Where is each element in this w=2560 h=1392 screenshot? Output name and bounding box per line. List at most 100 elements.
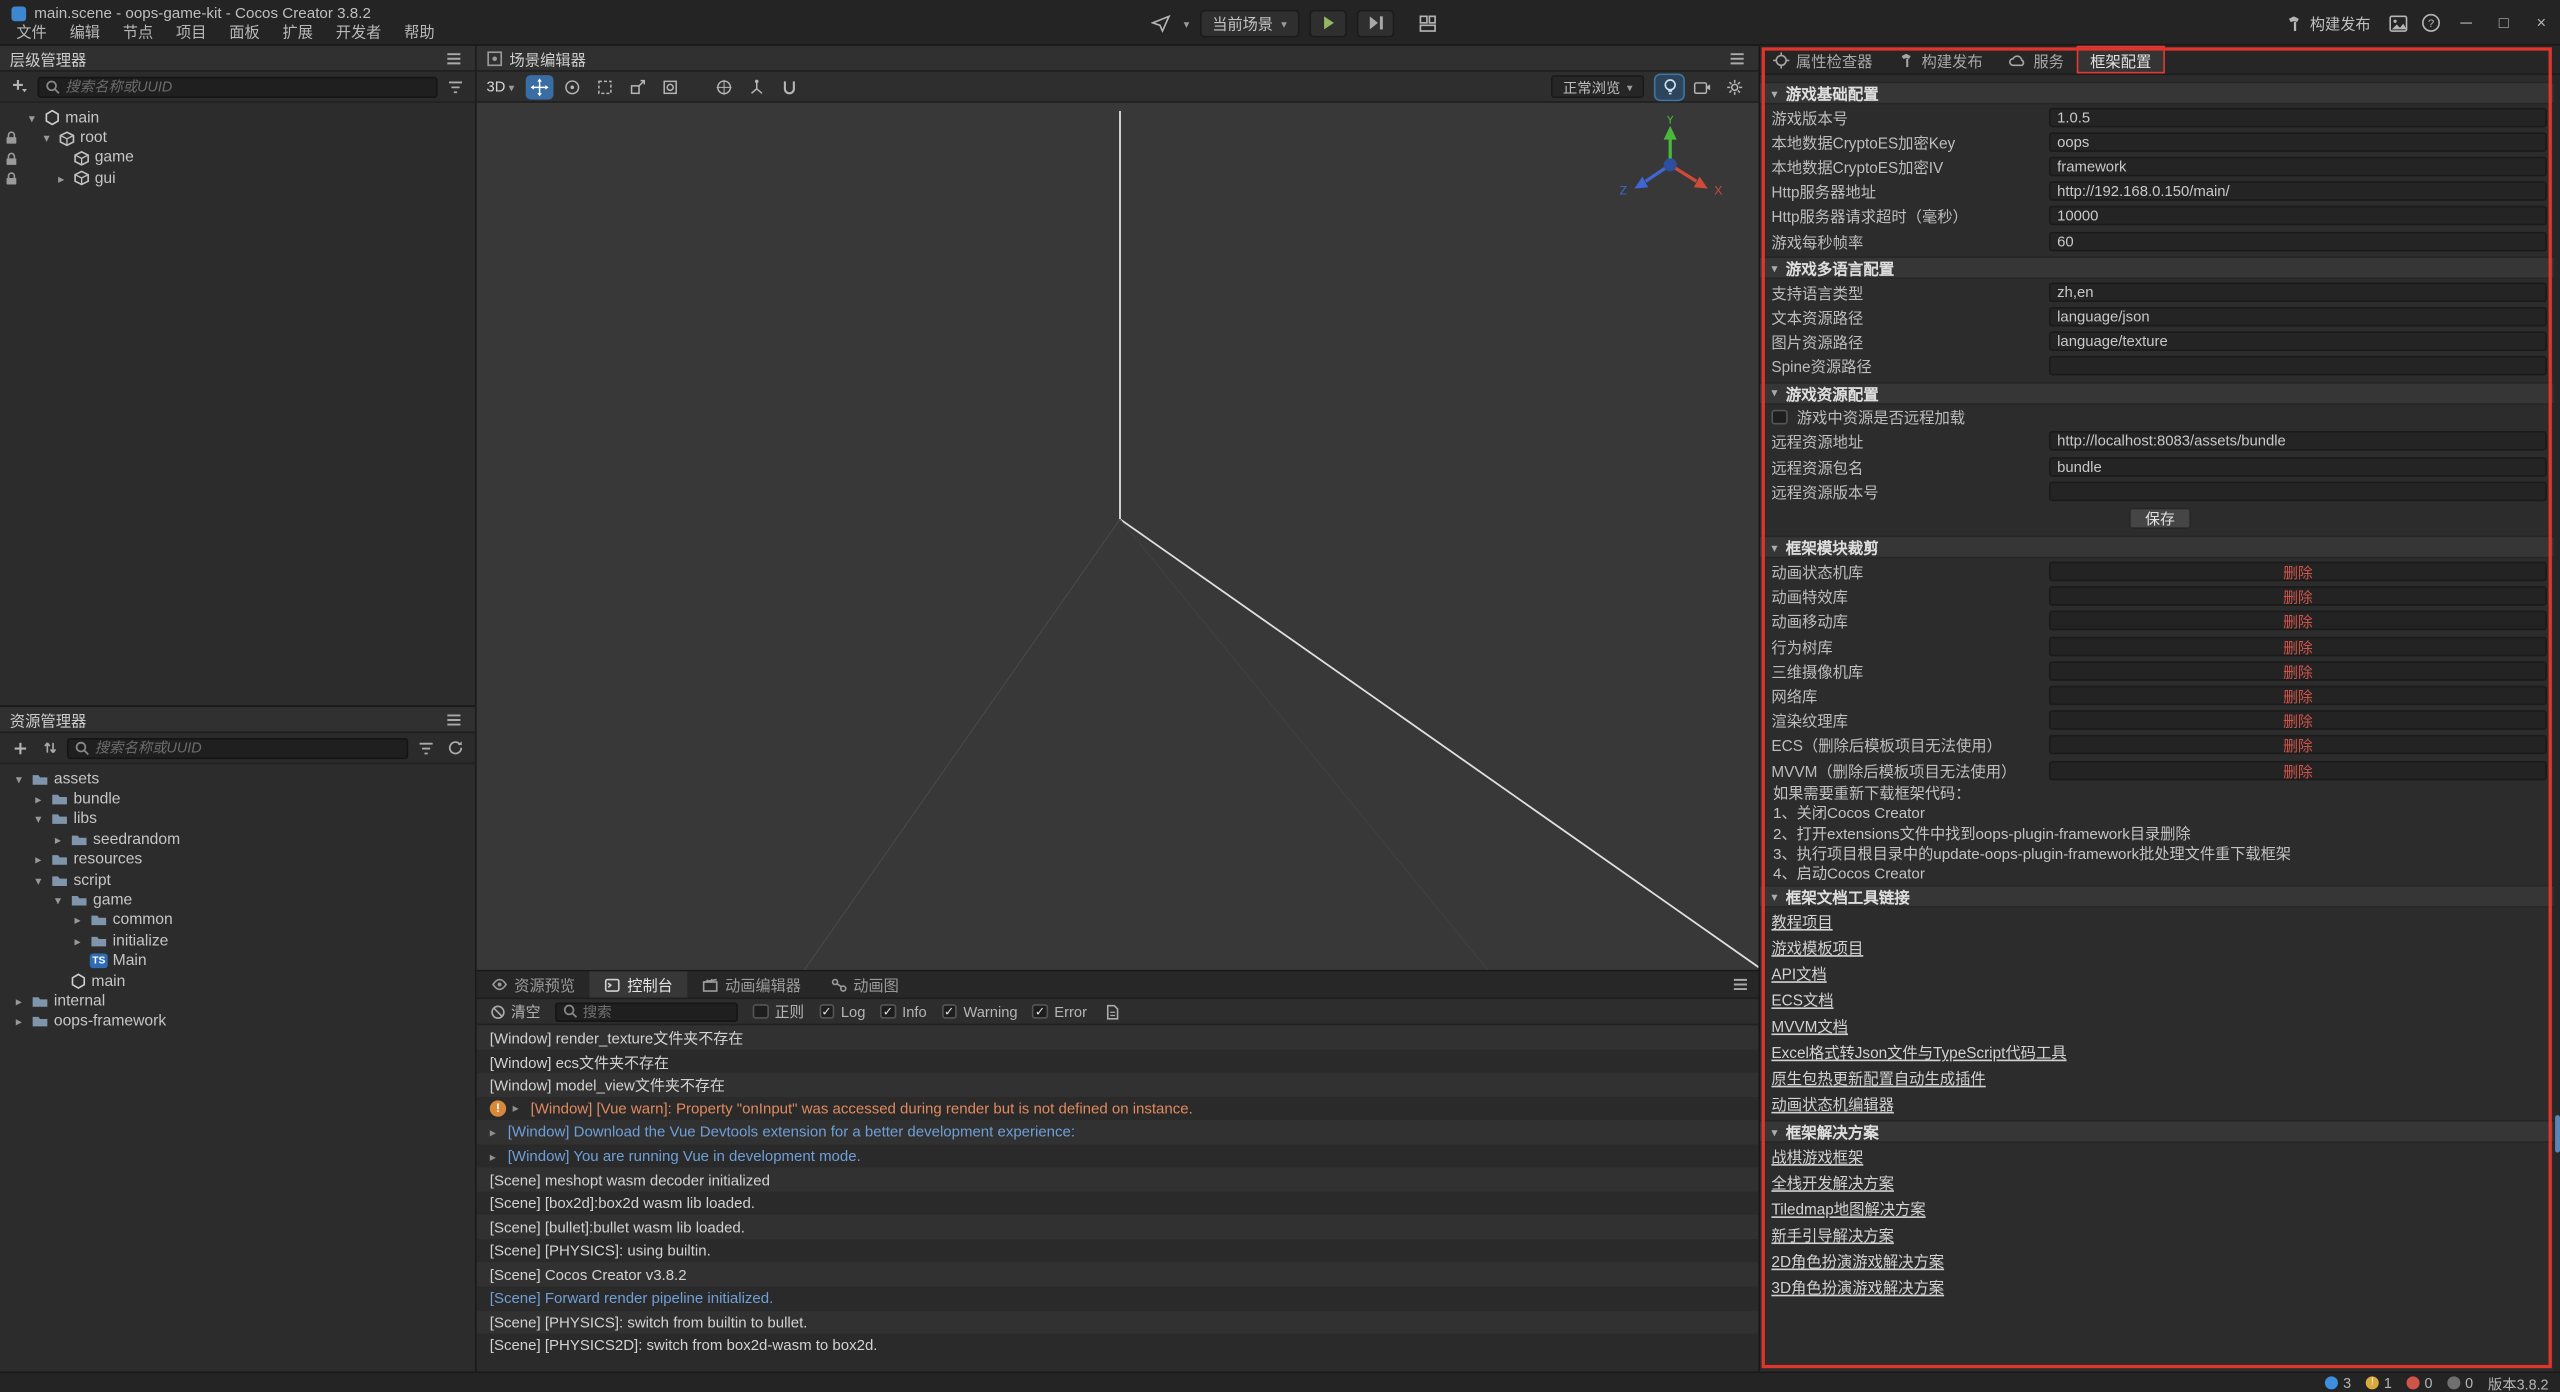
delete-module-button[interactable]: 删除 [2049,562,2547,582]
log-filter-checkbox[interactable]: Log [819,1003,866,1019]
console-log-row[interactable]: [Scene] [box2d]:box2d wasm lib loaded. [477,1192,1759,1216]
move-tool[interactable] [526,74,554,98]
menu-item[interactable]: 项目 [165,23,218,44]
gear-icon[interactable] [1721,74,1749,98]
property-input[interactable]: language/json [2049,307,2547,327]
hierarchy-node[interactable]: main [0,108,475,128]
transform-tool[interactable] [656,74,684,98]
view-mode-dropdown[interactable]: 正常浏览 [1551,75,1644,98]
expand-arrow[interactable] [11,994,26,1009]
tab-asset-preview[interactable]: 资源预览 [477,971,590,997]
console-log-row[interactable]: [Scene] [PHYSICS]: switch from builtin t… [477,1310,1759,1334]
step-button[interactable] [1357,9,1395,37]
section-header-solutions[interactable]: 框架解决方案 [1760,1120,2560,1143]
expand-arrow[interactable] [31,853,46,868]
panel-menu-icon[interactable] [442,708,465,731]
expand-arrow[interactable] [31,812,46,827]
delete-module-button[interactable]: 删除 [2049,735,2547,755]
console-log-row[interactable]: [Scene] meshopt wasm decoder initialized [477,1168,1759,1192]
play-button[interactable] [1310,9,1348,37]
expand-arrow[interactable] [24,111,39,126]
hierarchy-node[interactable]: gui [0,168,475,188]
property-input[interactable]: bundle [2049,457,2547,477]
build-publish-button[interactable]: 构建发布 [2274,11,2382,34]
panel-menu-icon[interactable] [1729,973,1752,996]
close-button[interactable]: × [2522,0,2560,46]
console-log-row[interactable]: [Scene] Forward render pipeline initiali… [477,1287,1759,1311]
menu-item[interactable]: 节点 [111,23,164,44]
doc-link[interactable]: 教程项目 [1771,909,1832,932]
scrollbar-thumb[interactable] [2554,1115,2559,1153]
maximize-button[interactable]: □ [2485,0,2523,46]
console-log-row[interactable]: [Window] render_texture文件夹不存在 [477,1025,1759,1049]
lock-icon[interactable] [5,131,18,146]
console-log-row[interactable]: [Scene] [bullet]:bullet wasm lib loaded. [477,1215,1759,1239]
expand-arrow[interactable] [51,893,66,908]
hierarchy-node[interactable]: root [0,128,475,148]
property-input[interactable]: http://192.168.0.150/main/ [2049,181,2547,201]
warning-counter[interactable]: 1 [2366,1375,2392,1391]
property-input[interactable]: language/texture [2049,332,2547,352]
console-search-input[interactable] [583,1003,730,1019]
asset-item[interactable]: bundle [0,789,475,809]
preview-image-icon[interactable] [2382,7,2415,40]
delete-module-button[interactable]: 删除 [2049,611,2547,631]
regex-checkbox[interactable]: 正则 [753,1001,804,1022]
help-icon[interactable]: ? [2415,7,2448,40]
property-input[interactable]: zh,en [2049,282,2547,302]
expand-arrow[interactable] [54,171,69,186]
section-header-docs[interactable]: 框架文档工具链接 [1760,885,2560,908]
snap-toggle[interactable] [776,74,804,98]
rect-tool[interactable] [591,74,619,98]
menu-item[interactable]: 开发者 [324,23,392,44]
log-filter-checkbox[interactable]: Error [1032,1003,1087,1019]
property-input[interactable]: 60 [2049,231,2547,251]
expand-arrow-icon[interactable] [513,1101,524,1116]
lighting-toggle[interactable] [1656,74,1684,98]
expand-arrow[interactable] [11,1014,26,1029]
solution-link[interactable]: 战棋游戏框架 [1771,1145,1863,1168]
property-input[interactable]: 10000 [2049,206,2547,226]
assets-search[interactable] [67,737,408,758]
scene-dropdown[interactable]: 当前场景 [1199,9,1300,37]
tab-build-publish[interactable]: 构建发布 [1886,46,1996,74]
menu-item[interactable]: 文件 [5,23,58,44]
solution-link[interactable]: 全栈开发解决方案 [1771,1171,1893,1194]
lock-icon[interactable] [5,151,18,166]
console-search[interactable] [555,1002,738,1022]
asset-item[interactable]: Main [0,951,475,971]
assets-search-input[interactable] [95,740,400,756]
console-log-row[interactable]: [Window] ecs文件夹不存在 [477,1049,1759,1073]
property-input[interactable]: http://localhost:8083/assets/bundle [2049,432,2547,452]
notification-counter[interactable]: 0 [2447,1375,2473,1391]
lock-icon[interactable] [5,172,18,187]
doc-link[interactable]: API文档 [1771,962,1826,985]
expand-arrow[interactable] [31,873,46,888]
delete-module-button[interactable]: 删除 [2049,710,2547,730]
console-log-row[interactable]: [Scene] [PHYSICS2D]: switch from box2d-w… [477,1334,1759,1358]
doc-link[interactable]: ECS文档 [1771,988,1833,1011]
solution-link[interactable]: 3D角色扮演游戏解决方案 [1771,1275,1944,1298]
asset-item[interactable]: game [0,890,475,910]
expand-arrow[interactable] [70,934,85,949]
log-filter-checkbox[interactable]: Info [880,1003,927,1019]
inspector-scrollbar[interactable] [2553,75,2560,1371]
solution-link[interactable]: 2D角色扮演游戏解决方案 [1771,1249,1944,1272]
log-filter-checkbox[interactable]: Warning [941,1003,1017,1019]
create-asset-button[interactable] [8,736,31,759]
console-log-row[interactable]: [Window] model_view文件夹不存在 [477,1073,1759,1097]
menu-item[interactable]: 编辑 [58,23,111,44]
log-counter[interactable]: 3 [2325,1375,2351,1391]
coordinate-toggle[interactable] [743,74,771,98]
menu-item[interactable]: 扩展 [271,23,324,44]
export-log-icon[interactable] [1102,1000,1125,1023]
property-input[interactable]: framework [2049,157,2547,177]
asset-item[interactable]: assets [0,769,475,789]
asset-item[interactable]: libs [0,809,475,829]
scene-viewport[interactable]: Y X Z [477,103,1759,970]
expand-arrow[interactable] [51,832,66,847]
solution-link[interactable]: Tiledmap地图解决方案 [1771,1197,1925,1220]
expand-arrow[interactable] [11,772,26,787]
error-counter[interactable]: 0 [2407,1375,2433,1391]
section-header-resources[interactable]: 游戏资源配置 [1760,382,2560,405]
